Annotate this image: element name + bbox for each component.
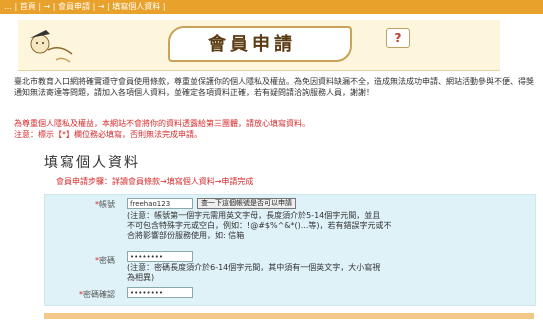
breadcrumb[interactable]: … | 首頁 | → | 會員申請 | → | 填寫個人資料 |	[0, 0, 543, 14]
password-hint-line: (注意：密碼長度須介於6-14個字元間，其中須有一個英文字，大小寫視	[127, 263, 381, 272]
intro-text: 臺北市教育入口網將確實遵守會員使用條款，尊重並保護你的個人隱私及權益。為免因資料…	[14, 77, 534, 97]
scholar-mascot-icon	[30, 30, 73, 63]
check-account-button[interactable]: 查一下這個帳號是否可以申請	[197, 198, 296, 209]
required-field-note: 注意：標示【*】欄位務必填寫，否則無法完成申請。	[14, 130, 202, 139]
help-icon[interactable]: ?	[386, 28, 410, 48]
account-hint-line: 合將影響部份服務使用，如: 信箱	[127, 231, 245, 240]
password-hint: (注意：密碼長度須介於6-14個字元間，其中須有一個英文字，大小寫視 為相異)	[127, 263, 531, 283]
password-hint-line: 為相異)	[127, 273, 155, 282]
account-hint-line: (注意：帳號第一個字元需用英文字母，長度須介於5-14個字元間，並且	[127, 211, 381, 220]
application-steps: 會員申請步驟：詳讀會員條款→填寫個人資料→申請完成	[56, 177, 254, 186]
account-hint-line: 不可包含特殊字元或空白，例如：!@#$%^&*()...等)，若有錯誤字元或不	[127, 221, 392, 230]
password-confirm-label: *密碼確認	[45, 289, 115, 300]
personal-info-form: *帳號 freehao123 查一下這個帳號是否可以申請 (注意：帳號第一個字元…	[44, 194, 536, 306]
password-confirm-input[interactable]: ••••••••	[127, 287, 193, 298]
page-banner: 會員申請 ?	[18, 20, 500, 71]
privacy-note: 為尊重個人隱私及權益，本網站不會將你的資料透露給第三團體，請放心填寫資料。 注意…	[14, 118, 534, 140]
privacy-note-line: 為尊重個人隱私及權益，本網站不會將你的資料透露給第三團體，請放心填寫資料。	[14, 119, 310, 128]
password-confirm-label-text: 密碼確認	[83, 290, 115, 299]
account-input[interactable]: freehao123	[127, 198, 193, 209]
page-title: 會員申請	[208, 34, 296, 55]
account-label: *帳號	[45, 199, 115, 210]
password-label: *密碼	[45, 255, 115, 266]
account-label-text: 帳號	[99, 200, 115, 209]
account-hint: (注意：帳號第一個字元需用英文字母，長度須介於5-14個字元間，並且 不可包含特…	[127, 211, 531, 241]
password-input[interactable]: ••••••••	[127, 251, 193, 262]
section-title: 填寫個人資料	[44, 155, 140, 171]
password-label-text: 密碼	[99, 256, 115, 265]
form-footer-bar	[44, 313, 534, 319]
